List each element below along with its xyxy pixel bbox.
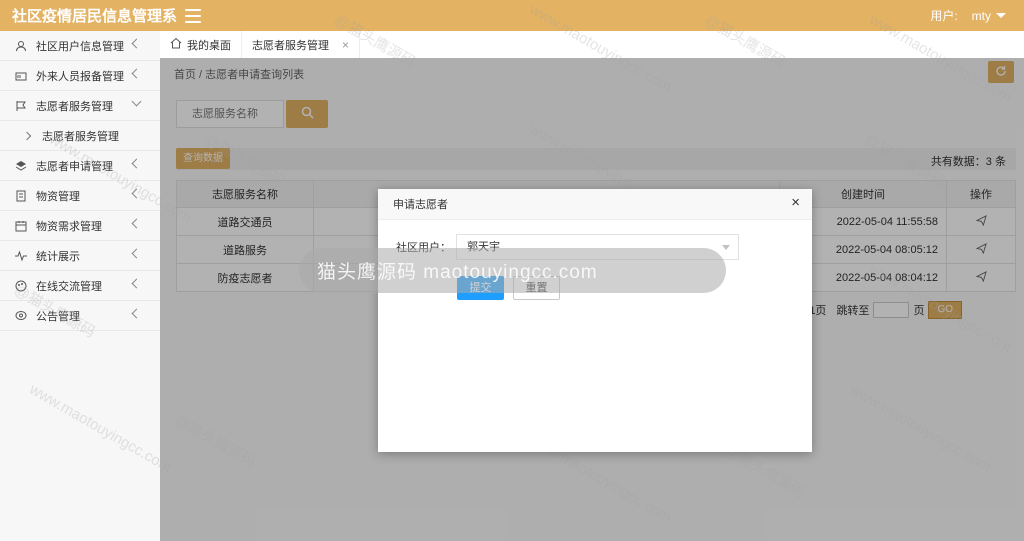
user-area: 用户: mty — [930, 0, 1006, 31]
apply-volunteer-dialog: 申请志愿者 × 社区用户： 郭天宇 提交 重置 — [378, 189, 812, 452]
chevron-down-icon — [996, 13, 1006, 18]
home-icon — [170, 37, 182, 52]
user-menu[interactable]: mty — [972, 9, 1006, 23]
close-icon[interactable]: × — [342, 38, 349, 52]
sidebar-overlay — [0, 31, 160, 541]
user-label: 用户: — [930, 9, 958, 23]
tab-label: 我的桌面 — [187, 39, 231, 52]
tab-bar: 我的桌面 志愿者服务管理 × — [160, 31, 1024, 59]
watermark-banner: 猫头鹰源码 maotouyingcc.com — [299, 248, 726, 293]
close-icon[interactable]: × — [791, 195, 800, 211]
tab-label: 志愿者服务管理 — [252, 39, 329, 52]
tab-volunteer-service[interactable]: 志愿者服务管理 × — [242, 31, 361, 58]
tab-desktop[interactable]: 我的桌面 — [160, 31, 242, 58]
user-name: mty — [971, 8, 991, 23]
menu-toggle-icon[interactable] — [183, 7, 203, 25]
chevron-down-icon — [722, 245, 730, 250]
app-title: 社区疫情居民信息管理系 — [12, 8, 178, 25]
dialog-header: 申请志愿者 × — [378, 189, 812, 220]
top-header: 社区疫情居民信息管理系 用户: mty — [0, 0, 1024, 31]
dialog-title: 申请志愿者 — [393, 199, 448, 211]
